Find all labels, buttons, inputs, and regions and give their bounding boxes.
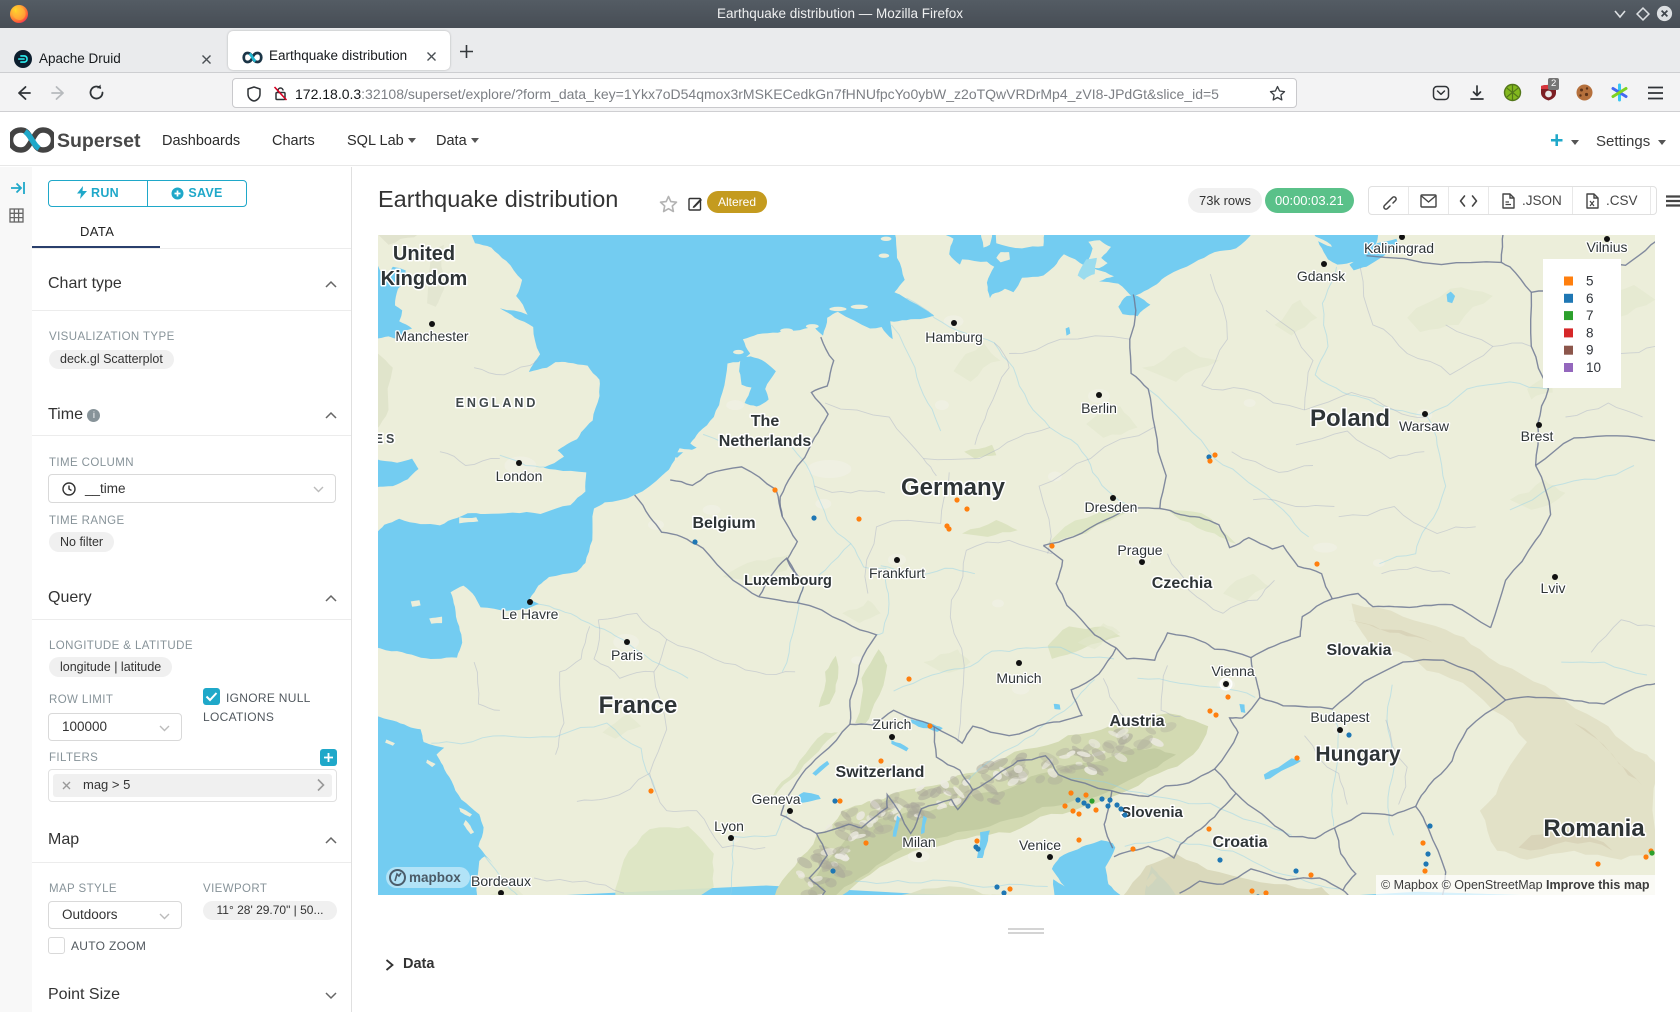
svg-text:8: 8 xyxy=(1586,325,1594,340)
svg-text:ES: ES xyxy=(378,432,397,446)
svg-text:Croatia: Croatia xyxy=(1212,834,1267,851)
svg-text:Hungary: Hungary xyxy=(1315,743,1401,766)
svg-text:Warsaw: Warsaw xyxy=(1399,418,1450,434)
svg-text:France: France xyxy=(599,692,678,719)
svg-text:Berlin: Berlin xyxy=(1081,400,1117,416)
svg-text:United: United xyxy=(393,243,455,265)
svg-text:Belgium: Belgium xyxy=(692,515,755,532)
svg-text:Dresden: Dresden xyxy=(1085,499,1138,515)
svg-text:Kingdom: Kingdom xyxy=(381,268,468,290)
svg-text:London: London xyxy=(496,468,543,484)
svg-text:ENGLAND: ENGLAND xyxy=(456,396,539,410)
svg-text:5: 5 xyxy=(1586,274,1594,289)
svg-text:Austria: Austria xyxy=(1109,713,1164,730)
svg-text:The: The xyxy=(751,413,780,430)
svg-text:Lyon: Lyon xyxy=(714,818,744,834)
svg-text:Bordeaux: Bordeaux xyxy=(471,873,531,889)
svg-text:Vienna: Vienna xyxy=(1211,663,1255,679)
svg-text:Frankfurt: Frankfurt xyxy=(869,565,925,581)
svg-text:10: 10 xyxy=(1586,360,1601,375)
svg-text:Prague: Prague xyxy=(1117,542,1162,558)
svg-text:Hamburg: Hamburg xyxy=(925,329,983,345)
svg-text:Czechia: Czechia xyxy=(1152,575,1213,592)
svg-text:Slovakia: Slovakia xyxy=(1327,642,1392,659)
svg-text:Le Havre: Le Havre xyxy=(502,606,559,622)
svg-text:Manchester: Manchester xyxy=(395,328,468,344)
svg-text:Zurich: Zurich xyxy=(873,716,912,732)
svg-text:Milan: Milan xyxy=(902,834,935,850)
svg-text:Romania: Romania xyxy=(1543,815,1645,842)
svg-text:mapbox: mapbox xyxy=(409,870,461,885)
svg-text:Budapest: Budapest xyxy=(1310,709,1369,725)
svg-text:Germany: Germany xyxy=(901,474,1006,501)
svg-text:Geneva: Geneva xyxy=(751,791,800,807)
svg-text:Netherlands: Netherlands xyxy=(719,433,812,450)
svg-text:7: 7 xyxy=(1586,308,1594,323)
svg-text:Lviv: Lviv xyxy=(1541,580,1566,596)
svg-text:© Mapbox © OpenStreetMap Impro: © Mapbox © OpenStreetMap Improve this ma… xyxy=(1381,878,1650,892)
svg-text:Paris: Paris xyxy=(611,647,643,663)
svg-text:Kaliningrad: Kaliningrad xyxy=(1364,240,1434,256)
svg-text:Brest: Brest xyxy=(1521,428,1554,444)
svg-text:Poland: Poland xyxy=(1310,405,1390,432)
svg-text:Luxembourg: Luxembourg xyxy=(744,573,832,589)
svg-text:Slovenia: Slovenia xyxy=(1121,804,1183,821)
svg-text:Venice: Venice xyxy=(1019,837,1061,853)
svg-text:9: 9 xyxy=(1586,343,1594,358)
svg-text:Gdansk: Gdansk xyxy=(1297,268,1346,284)
svg-text:6: 6 xyxy=(1586,291,1594,306)
svg-text:Munich: Munich xyxy=(996,670,1041,686)
svg-text:Switzerland: Switzerland xyxy=(836,764,925,781)
svg-text:Vilnius: Vilnius xyxy=(1587,239,1628,255)
